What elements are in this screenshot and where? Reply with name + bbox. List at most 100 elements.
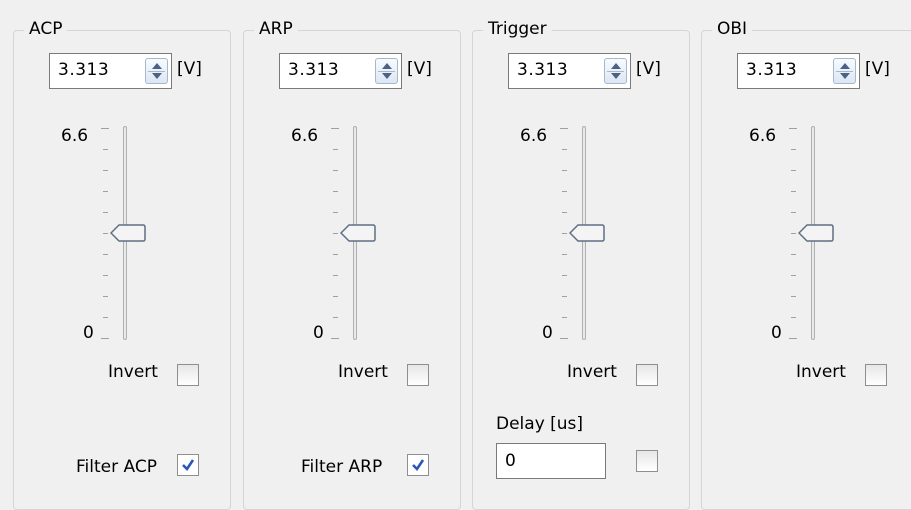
obi-voltage-spinbox[interactable]: 3.313 bbox=[737, 53, 860, 89]
slider-tick bbox=[333, 191, 338, 192]
arp-group: ARP 3.313 [V] 6.6 0 Invert Filter ARP bbox=[243, 18, 461, 510]
unit-label: [V] bbox=[865, 59, 890, 79]
slider-tick bbox=[789, 338, 797, 339]
slider-tick bbox=[562, 191, 567, 192]
slider-tick bbox=[562, 212, 567, 213]
arp-voltage-spinbox[interactable]: 3.313 bbox=[279, 53, 402, 89]
delay-input[interactable]: 0 bbox=[496, 443, 606, 479]
filter-label: Filter ARP bbox=[301, 457, 383, 477]
slider-min-label: 0 bbox=[313, 323, 324, 343]
slider-thumb[interactable] bbox=[340, 223, 376, 243]
invert-label: Invert bbox=[796, 362, 846, 382]
slider-tick bbox=[331, 128, 339, 129]
slider-tick bbox=[791, 296, 796, 297]
spin-arrows-icon[interactable] bbox=[375, 58, 398, 84]
slider-tick bbox=[101, 128, 109, 129]
slider-tick bbox=[791, 191, 796, 192]
filter-checkbox[interactable] bbox=[177, 454, 199, 476]
invert-label: Invert bbox=[338, 362, 388, 382]
slider-ticks bbox=[789, 128, 797, 339]
slider-tick bbox=[333, 254, 338, 255]
trigger-group: Trigger 3.313 [V] 6.6 0 Invert Delay [us… bbox=[472, 18, 690, 510]
spin-arrows-icon[interactable] bbox=[604, 58, 627, 84]
spin-arrows-icon[interactable] bbox=[145, 58, 168, 84]
slider-tick bbox=[103, 191, 108, 192]
slider-tick bbox=[562, 170, 567, 171]
slider-tick bbox=[562, 275, 567, 276]
invert-checkbox[interactable] bbox=[177, 364, 199, 386]
slider-thumb[interactable] bbox=[798, 223, 834, 243]
slider-tick bbox=[562, 254, 567, 255]
slider-max-label: 6.6 bbox=[520, 126, 548, 146]
unit-label: [V] bbox=[407, 59, 432, 79]
slider-tick bbox=[791, 149, 796, 150]
slider-tick bbox=[103, 212, 108, 213]
slider-tick bbox=[331, 338, 339, 339]
slider-thumb[interactable] bbox=[110, 223, 146, 243]
slider-thumb[interactable] bbox=[569, 223, 605, 243]
slider-tick bbox=[103, 296, 108, 297]
slider-tick bbox=[791, 254, 796, 255]
slider-tick bbox=[333, 296, 338, 297]
slider-tick bbox=[103, 275, 108, 276]
slider-min-label: 0 bbox=[542, 323, 553, 343]
group-title: Trigger bbox=[483, 18, 552, 40]
checkmark-icon bbox=[412, 459, 425, 472]
spinbox-value[interactable]: 3.313 bbox=[288, 60, 339, 80]
slider-tick bbox=[562, 296, 567, 297]
checkmark-icon bbox=[182, 459, 195, 472]
acp-group: ACP 3.313 [V] 6.6 0 Invert Filter ACP bbox=[13, 18, 231, 510]
group-title: ACP bbox=[24, 18, 68, 40]
trigger-voltage-spinbox[interactable]: 3.313 bbox=[508, 53, 631, 89]
slider-min-label: 0 bbox=[83, 323, 94, 343]
slider-tick bbox=[560, 128, 568, 129]
acp-voltage-spinbox[interactable]: 3.313 bbox=[49, 53, 172, 89]
invert-checkbox[interactable] bbox=[407, 364, 429, 386]
group-title: OBI bbox=[712, 18, 753, 40]
invert-checkbox[interactable] bbox=[865, 364, 887, 386]
delay-value[interactable]: 0 bbox=[505, 451, 516, 471]
invert-checkbox[interactable] bbox=[636, 364, 658, 386]
invert-label: Invert bbox=[567, 362, 617, 382]
unit-label: [V] bbox=[636, 59, 661, 79]
spinbox-value[interactable]: 3.313 bbox=[746, 60, 797, 80]
slider-tick bbox=[103, 170, 108, 171]
slider-tick bbox=[333, 275, 338, 276]
slider-tick bbox=[103, 233, 108, 234]
slider-tick bbox=[101, 338, 109, 339]
slider-tick bbox=[791, 275, 796, 276]
group-title: ARP bbox=[254, 18, 298, 40]
slider-tick bbox=[562, 149, 567, 150]
slider-tick bbox=[791, 317, 796, 318]
delay-checkbox[interactable] bbox=[636, 450, 658, 472]
unit-label: [V] bbox=[177, 59, 202, 79]
slider-tick bbox=[333, 170, 338, 171]
spinbox-value[interactable]: 3.313 bbox=[58, 60, 109, 80]
slider-tick bbox=[333, 149, 338, 150]
slider-ticks bbox=[560, 128, 568, 339]
slider-tick bbox=[103, 317, 108, 318]
filter-checkbox[interactable] bbox=[407, 454, 429, 476]
spinbox-value[interactable]: 3.313 bbox=[517, 60, 568, 80]
slider-tick bbox=[103, 254, 108, 255]
slider-ticks bbox=[331, 128, 339, 339]
slider-max-label: 6.6 bbox=[61, 126, 89, 146]
spin-arrows-icon[interactable] bbox=[833, 58, 856, 84]
slider-tick bbox=[562, 317, 567, 318]
slider-tick bbox=[103, 149, 108, 150]
invert-label: Invert bbox=[108, 362, 158, 382]
slider-ticks bbox=[101, 128, 109, 339]
obi-group: OBI 3.313 [V] 6.6 0 Invert bbox=[701, 18, 911, 510]
slider-tick bbox=[791, 212, 796, 213]
slider-tick bbox=[333, 212, 338, 213]
slider-tick bbox=[562, 233, 567, 234]
slider-tick bbox=[560, 338, 568, 339]
slider-min-label: 0 bbox=[771, 323, 782, 343]
slider-tick bbox=[791, 170, 796, 171]
slider-max-label: 6.6 bbox=[291, 126, 319, 146]
slider-tick bbox=[333, 317, 338, 318]
delay-label: Delay [us] bbox=[496, 414, 584, 434]
filter-label: Filter ACP bbox=[76, 457, 157, 477]
slider-tick bbox=[789, 128, 797, 129]
slider-max-label: 6.6 bbox=[749, 126, 777, 146]
